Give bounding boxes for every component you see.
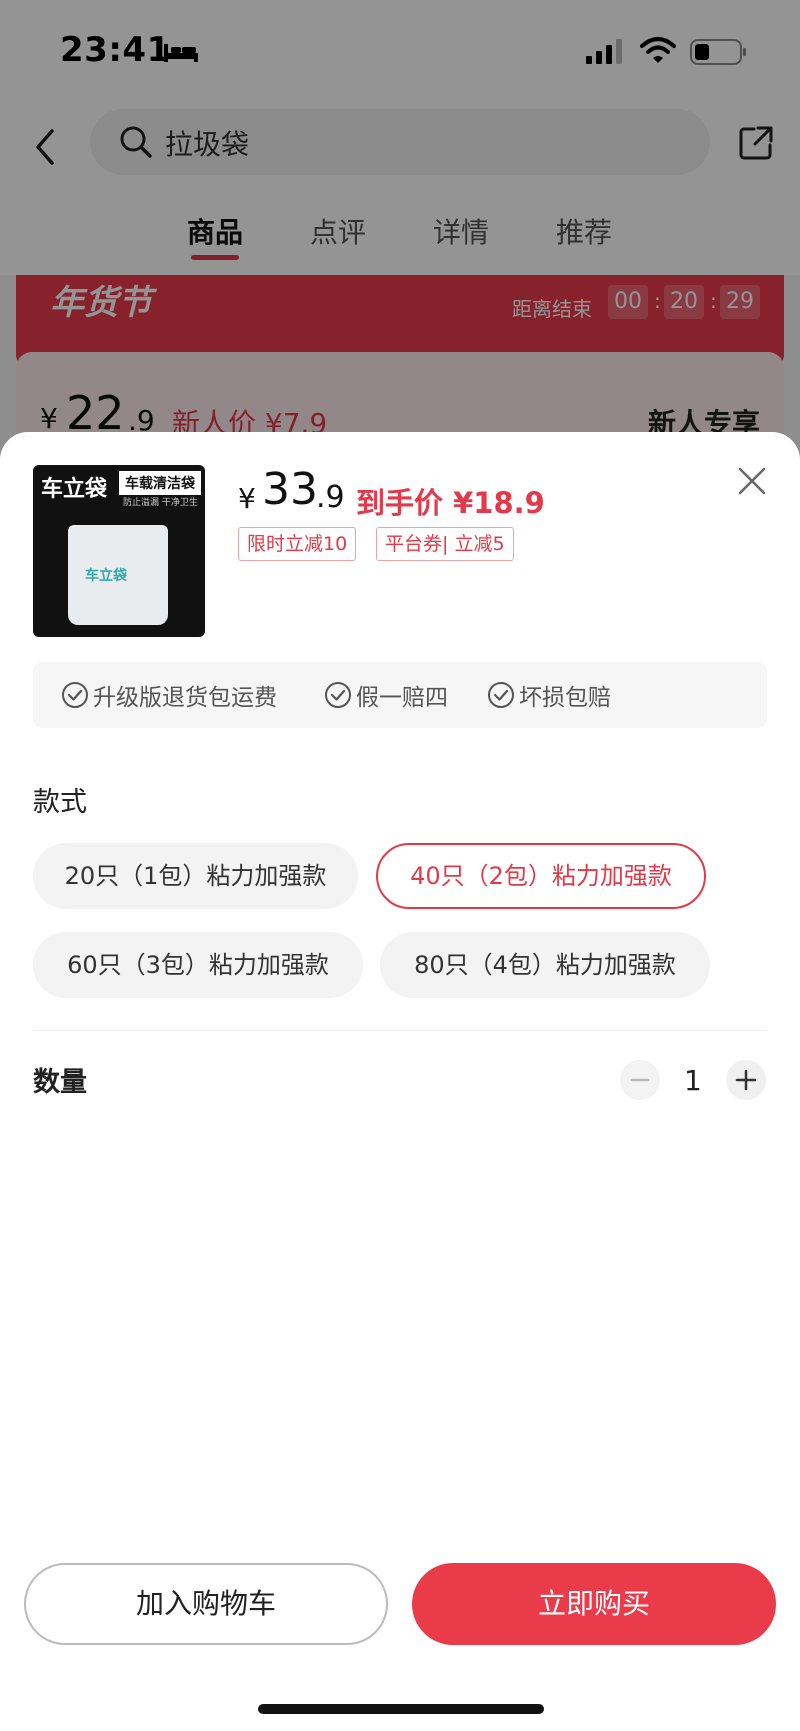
check-circle-icon: [325, 682, 351, 708]
guarantee-item: 升级版退货包运费: [61, 680, 277, 711]
buy-now-button[interactable]: 立即购买: [412, 1563, 776, 1645]
quantity-value: 1: [684, 1064, 702, 1097]
check-circle-icon: [488, 682, 514, 708]
quantity-label: 数量: [33, 1067, 87, 1098]
guarantee-item: 坏损包赔: [487, 680, 611, 711]
quantity-decrease-button[interactable]: [620, 1060, 660, 1100]
check-circle-icon: [62, 682, 88, 708]
add-to-cart-button[interactable]: 加入购物车: [24, 1563, 388, 1645]
guarantee-label: 坏损包赔: [519, 685, 611, 711]
bag-print-text: 车立袋: [85, 568, 127, 584]
guarantee-bar[interactable]: 升级版退货包运费 假一赔四 坏损包赔: [33, 662, 767, 728]
home-indicator[interactable]: [258, 1704, 544, 1714]
divider: [33, 1030, 767, 1031]
thumbnail-brand: 车立袋: [41, 477, 108, 502]
close-icon[interactable]: [735, 464, 769, 498]
currency-symbol: ¥: [238, 482, 256, 515]
guarantee-label: 升级版退货包运费: [93, 685, 277, 711]
thumbnail-label: 车载清洁袋: [119, 471, 201, 495]
thumbnail-subtext: 防止溢漏 干净卫生: [123, 498, 198, 508]
style-option[interactable]: 80只（4包）粘力加强款: [380, 932, 710, 998]
style-option[interactable]: 60只（3包）粘力加强款: [33, 932, 363, 998]
guarantee-item: 假一赔四: [324, 680, 448, 711]
style-option-selected[interactable]: 40只（2包）粘力加强款: [376, 843, 706, 909]
quantity-increase-button[interactable]: [726, 1060, 766, 1100]
final-price: 到手价 ¥18.9: [356, 486, 545, 520]
style-option[interactable]: 20只（1包）粘力加强款: [33, 843, 358, 909]
style-section-label: 款式: [33, 787, 87, 818]
coupon-tag: 平台券| 立减5: [376, 527, 514, 561]
price-decimal: .9: [316, 480, 345, 515]
sku-selection-sheet: 车立袋 车载清洁袋 防止溢漏 干净卫生 车立袋 ¥ 33 .9 到手价 ¥18.…: [0, 432, 800, 1731]
price-integer: 33: [262, 464, 318, 515]
product-thumbnail: 车立袋 车载清洁袋 防止溢漏 干净卫生 车立袋: [33, 465, 205, 637]
guarantee-label: 假一赔四: [356, 685, 448, 711]
discount-tag: 限时立减10: [238, 527, 357, 561]
